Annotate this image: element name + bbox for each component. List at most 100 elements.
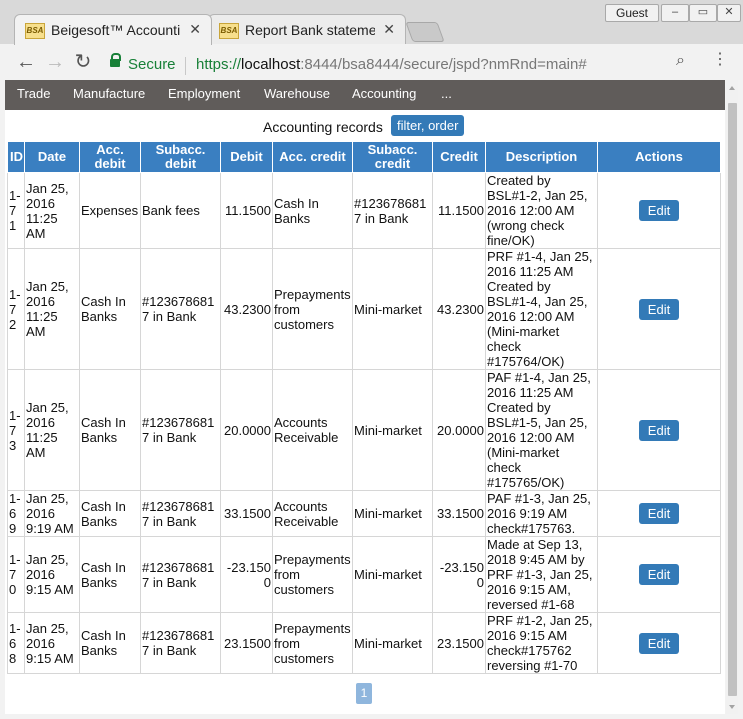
cell-credit: 20.0000 <box>432 369 486 491</box>
nav-item-warehouse[interactable]: Warehouse <box>264 86 330 101</box>
cell-description: Created by BSL#1-2, Jan 25, 2016 12:00 A… <box>485 172 598 249</box>
edit-button[interactable]: Edit <box>638 298 680 320</box>
app-nav-bar: Trade Manufacture Employment Warehouse A… <box>5 80 725 110</box>
cell-id: 1-68 <box>7 612 25 674</box>
cell-debit: 43.2300 <box>220 248 273 370</box>
cell-acc-debit: Cash In Banks <box>79 248 141 370</box>
cell-subacc-debit: #1236786817 in Bank <box>140 536 221 613</box>
col-header-acc-credit: Acc. credit <box>272 141 353 173</box>
cell-date: Jan 25, 2016 11:25 AM <box>24 369 80 491</box>
scroll-up-arrow-icon[interactable] <box>729 86 735 90</box>
table-row: 1-73 Jan 25, 2016 11:25 AM Cash In Banks… <box>7 369 721 491</box>
maximize-icon[interactable]: ▭ <box>689 4 717 22</box>
cell-actions: Edit <box>597 490 721 537</box>
edit-button[interactable]: Edit <box>638 632 680 654</box>
nav-item-accounting[interactable]: Accounting <box>352 86 416 101</box>
address-bar[interactable]: Secure https://localhost:8444/bsa8444/se… <box>100 47 700 77</box>
cell-actions: Edit <box>597 248 721 370</box>
table-row: 1-68 Jan 25, 2016 9:15 AM Cash In Banks … <box>7 612 721 674</box>
nav-item-trade[interactable]: Trade <box>17 86 50 101</box>
cell-subacc-debit: #1236786817 in Bank <box>140 369 221 491</box>
url-text: https://localhost:8444/bsa8444/secure/js… <box>196 56 587 73</box>
page-content: Trade Manufacture Employment Warehouse A… <box>5 80 725 714</box>
cell-acc-debit: Cash In Banks <box>79 612 141 674</box>
forward-arrow-icon[interactable]: → <box>42 49 68 75</box>
new-tab-button[interactable] <box>405 22 445 42</box>
page-title: Accounting records <box>263 119 383 135</box>
edit-button[interactable]: Edit <box>638 419 680 441</box>
filter-order-button[interactable]: filter, order <box>391 115 465 136</box>
cell-actions: Edit <box>597 612 721 674</box>
cell-subacc-credit: Mini-market <box>352 369 433 491</box>
cell-debit: 11.1500 <box>220 172 273 249</box>
cell-actions: Edit <box>597 369 721 491</box>
table-header-row: ID Date Acc. debit Subacc. debit Debit A… <box>7 141 721 173</box>
url-host: localhost <box>241 56 301 73</box>
scroll-down-arrow-icon[interactable] <box>729 705 735 709</box>
close-window-icon[interactable]: ✕ <box>717 4 741 22</box>
url-scheme: https:// <box>196 56 242 73</box>
cell-subacc-credit: #1236786817 in Bank <box>352 172 433 249</box>
cell-id: 1-71 <box>7 172 25 249</box>
cell-date: Jan 25, 2016 9:15 AM <box>24 536 80 613</box>
scrollbar-thumb[interactable] <box>728 103 737 696</box>
cell-acc-credit: Prepayments from customers <box>272 248 353 370</box>
cell-credit: 11.1500 <box>432 172 486 249</box>
cell-acc-credit: Accounts Receivable <box>272 490 353 537</box>
tab-title: Report Bank stateme <box>245 22 375 38</box>
secure-label: Secure <box>128 56 176 73</box>
cell-credit: -23.1500 <box>432 536 486 613</box>
close-icon[interactable]: ✕ <box>383 21 395 38</box>
cell-subacc-credit: Mini-market <box>352 612 433 674</box>
cell-date: Jan 25, 2016 9:15 AM <box>24 612 80 674</box>
cell-description: PRF #1-4, Jan 25, 2016 11:25 AM Created … <box>485 248 598 370</box>
cell-actions: Edit <box>597 536 721 613</box>
address-divider <box>185 57 186 75</box>
table-row: 1-71 Jan 25, 2016 11:25 AM Expenses Bank… <box>7 172 721 249</box>
lock-icon <box>110 53 121 67</box>
cell-subacc-debit: Bank fees <box>140 172 221 249</box>
edit-button[interactable]: Edit <box>638 503 680 524</box>
browser-titlebar: BSA Beigesoft™ Accounti ✕ BSA Report Ban… <box>0 0 743 45</box>
cell-subacc-credit: Mini-market <box>352 248 433 370</box>
edit-button[interactable]: Edit <box>638 200 680 221</box>
cell-description: PAF #1-3, Jan 25, 2016 9:19 AM check#175… <box>485 490 598 537</box>
cell-description: PRF #1-2, Jan 25, 2016 9:15 AM check#175… <box>485 612 598 674</box>
col-header-debit: Debit <box>220 141 273 173</box>
nav-item-manufacture[interactable]: Manufacture <box>73 86 145 101</box>
browser-tab-report[interactable]: BSA Report Bank stateme ✕ <box>208 14 406 45</box>
cell-description: Made at Sep 13, 2018 9:45 AM by PRF #1-3… <box>485 536 598 613</box>
browser-tab-accounting[interactable]: BSA Beigesoft™ Accounti ✕ <box>14 14 212 45</box>
table-row: 1-72 Jan 25, 2016 11:25 AM Cash In Banks… <box>7 248 721 370</box>
cell-date: Jan 25, 2016 11:25 AM <box>24 172 80 249</box>
cell-subacc-debit: #1236786817 in Bank <box>140 248 221 370</box>
accounting-records-table: ID Date Acc. debit Subacc. debit Debit A… <box>7 141 721 674</box>
cell-actions: Edit <box>597 172 721 249</box>
url-path: :8444/bsa8444/secure/jspd?nmRnd=main# <box>300 56 587 73</box>
cell-acc-debit: Cash In Banks <box>79 490 141 537</box>
close-icon[interactable]: ✕ <box>189 21 201 38</box>
minimize-icon[interactable]: – <box>661 4 689 22</box>
nav-item-employment[interactable]: Employment <box>168 86 240 101</box>
profile-button[interactable]: Guest <box>605 4 659 22</box>
zoom-icon[interactable]: ⌕ <box>676 52 685 70</box>
col-header-description: Description <box>485 141 598 173</box>
col-header-credit: Credit <box>432 141 486 173</box>
bsa-favicon-icon: BSA <box>219 23 239 39</box>
reload-icon[interactable]: ↻ <box>70 49 96 75</box>
nav-item-more[interactable]: ... <box>441 86 452 101</box>
pagination-page-button[interactable]: 1 <box>356 683 372 704</box>
cell-subacc-debit: #1236786817 in Bank <box>140 490 221 537</box>
cell-acc-debit: Cash In Banks <box>79 536 141 613</box>
back-arrow-icon[interactable]: ← <box>13 49 39 75</box>
cell-acc-debit: Cash In Banks <box>79 369 141 491</box>
cell-date: Jan 25, 2016 11:25 AM <box>24 248 80 370</box>
edit-button[interactable]: Edit <box>638 564 680 585</box>
col-header-date: Date <box>24 141 80 173</box>
cell-subacc-credit: Mini-market <box>352 536 433 613</box>
browser-toolbar: ← → ↻ Secure https://localhost:8444/bsa8… <box>0 44 743 80</box>
col-header-acc-debit: Acc. debit <box>79 141 141 173</box>
cell-acc-credit: Prepayments from customers <box>272 536 353 613</box>
cell-subacc-credit: Mini-market <box>352 490 433 537</box>
kebab-menu-icon[interactable]: ⋮ <box>712 52 728 68</box>
